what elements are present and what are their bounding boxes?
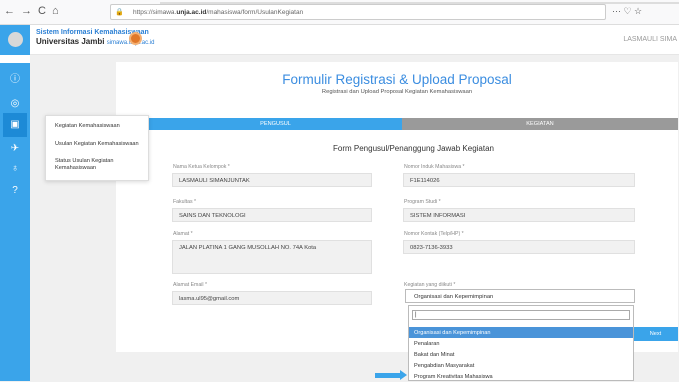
app-header: Sistem Informasi Kemahasiswaan Universit… — [0, 25, 679, 55]
email-field[interactable]: lasma.ul95@gmail.com — [172, 291, 372, 305]
header-avatar-area — [0, 25, 30, 55]
email-label: Alamat Email * — [173, 282, 208, 288]
prodi-label: Program Studi * — [404, 199, 441, 205]
kegiatan-select[interactable]: Organisasi dan Kepemimpinan — [405, 289, 635, 303]
tab-pengusul[interactable]: PENGUSUL — [149, 118, 402, 130]
nama-field[interactable]: LASMAULI SIMANJUNTAK — [172, 173, 372, 187]
prodi-field[interactable]: SISTEM INFORMASI — [403, 208, 635, 222]
nim-label: Nomor Induk Mahasiswa * — [404, 164, 465, 170]
kontak-field[interactable]: 0823-7136-3933 — [403, 240, 635, 254]
home-icon[interactable]: ⌂ — [52, 5, 59, 17]
form-tabs: PENGUSUL KEGIATAN — [149, 118, 678, 130]
kontak-label: Nomor Kontak (Telp/HP) * — [404, 231, 464, 237]
sidebar-gap — [0, 55, 30, 63]
pointer-arrow-icon — [375, 370, 407, 380]
next-button[interactable]: Next — [633, 327, 678, 341]
menu-kegiatan-icon[interactable]: ▣ — [3, 113, 27, 137]
url-path: /mahasiswa/form/UsulanKegiatan — [206, 9, 304, 16]
sidebar: ⓘ ◎ ▣ ✈ ♁ ? — [0, 55, 30, 381]
dropdown-option[interactable]: Pengabdian Masyarakat — [409, 360, 633, 371]
send-icon[interactable]: ✈ — [8, 142, 22, 156]
reload-icon[interactable]: C — [38, 5, 46, 17]
lock-icon: 🔒 — [115, 9, 124, 16]
dropdown-option[interactable]: Program Kreativitas Mahasiswa — [409, 371, 633, 382]
dropdown-option[interactable]: Organisasi dan Kepemimpinan — [409, 327, 633, 338]
kegiatan-dropdown-panel: | Organisasi dan Kepemimpinan Penalaran … — [408, 305, 634, 381]
dropdown-option[interactable]: Bakat dan Minat — [409, 349, 633, 360]
sidebar-flyout-menu: Kegiatan Kemahasiswaan Usulan Kegiatan K… — [45, 115, 149, 181]
forward-icon[interactable]: → — [21, 5, 32, 17]
browser-toolbar: ← → C ⌂ 🔒 https://simawa.unja.ac.id/maha… — [0, 0, 679, 25]
fakultas-field[interactable]: SAINS DAN TEKNOLOGI — [172, 208, 372, 222]
flyout-item-status[interactable]: Status Usulan Kegiatan Kemahasiswaan — [55, 158, 135, 172]
form-heading: Form Pengusul/Penanggung Jawab Kegiatan — [333, 144, 494, 153]
target-icon[interactable]: ◎ — [8, 97, 22, 111]
flyout-item-kegiatan[interactable]: Kegiatan Kemahasiswaan — [55, 123, 120, 130]
dropdown-search-input[interactable]: | — [412, 310, 630, 320]
back-icon[interactable]: ← — [4, 5, 15, 17]
alamat-label: Alamat * — [173, 231, 193, 237]
user-icon[interactable]: ♁ — [8, 162, 22, 176]
browser-actions[interactable]: ··· ♡ ☆ — [612, 6, 642, 17]
url-prefix: https://simawa. — [133, 9, 177, 16]
fakultas-label: Fakultas * — [173, 199, 197, 205]
university-logo — [129, 32, 142, 45]
alamat-textarea[interactable]: JALAN PLATINA 1 GANG MUSOLLAH NO. 74A Ko… — [172, 240, 372, 274]
help-icon[interactable]: ? — [8, 184, 22, 198]
nama-label: Nama Ketua Kelompok * — [173, 164, 230, 170]
address-bar[interactable]: 🔒 https://simawa.unja.ac.id/mahasiswa/fo… — [110, 4, 606, 20]
nim-field[interactable]: F1E114026 — [403, 173, 635, 187]
url-domain: unja.ac.id — [176, 9, 207, 16]
dropdown-option[interactable]: Penalaran — [409, 338, 633, 349]
avatar[interactable] — [8, 32, 23, 47]
kegiatan-label: Kegiatan yang diikuti * — [404, 282, 456, 288]
flyout-item-usulan[interactable]: Usulan Kegiatan Kemahasiswaan — [55, 141, 139, 148]
nav-buttons: ← → C ⌂ — [4, 5, 59, 17]
page-title: Formulir Registrasi & Upload Proposal — [282, 72, 512, 87]
tab-kegiatan[interactable]: KEGIATAN — [402, 118, 678, 130]
brand-university: Universitas Jambi — [36, 37, 105, 46]
user-name[interactable]: LASMAULI SIMA — [623, 36, 677, 43]
page-subtitle: Registrasi dan Upload Proposal Kegiatan … — [321, 89, 473, 95]
info-icon[interactable]: ⓘ — [8, 73, 22, 87]
